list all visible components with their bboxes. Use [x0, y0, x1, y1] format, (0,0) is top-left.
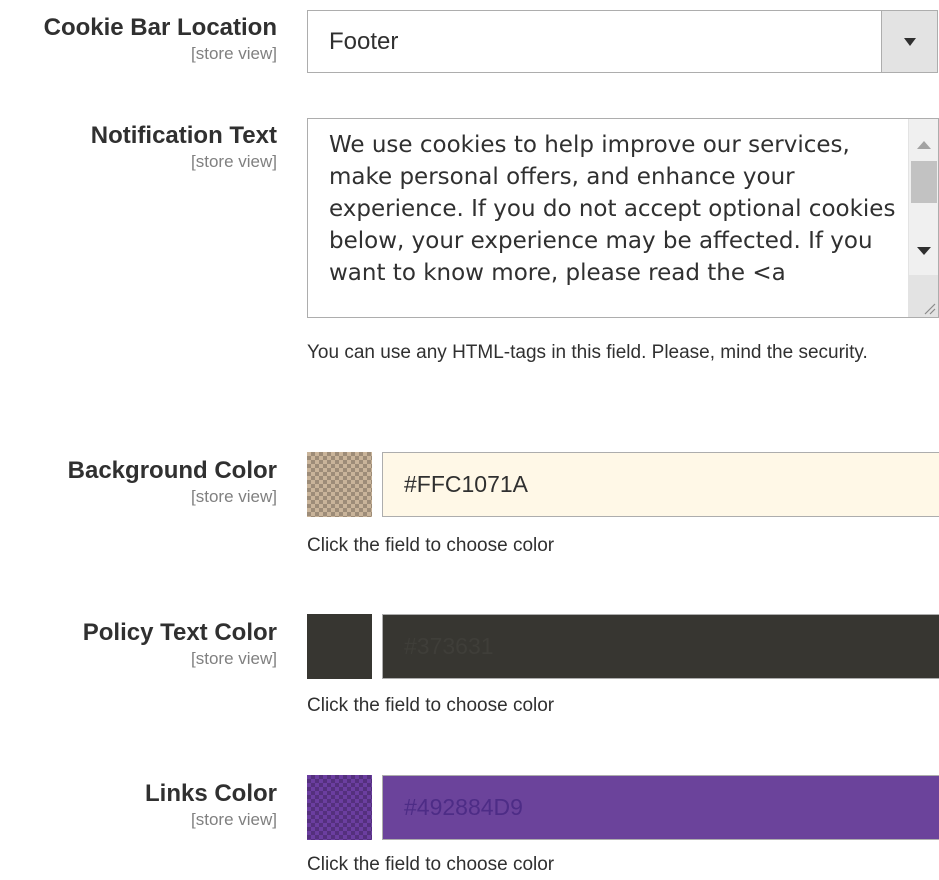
policy-text-color-input[interactable]: #373631: [382, 614, 939, 679]
field-label-group: Policy Text Color [store view]: [0, 618, 277, 669]
field-label-group: Notification Text [store view]: [0, 121, 277, 172]
scope-label: [store view]: [191, 152, 277, 171]
scroll-thumb[interactable]: [911, 161, 937, 203]
field-label-group: Cookie Bar Location [store view]: [0, 13, 277, 64]
policy-text-color-note: Click the field to choose color: [307, 695, 555, 716]
scope-label: [store view]: [191, 44, 277, 63]
triangle-up-icon[interactable]: [917, 141, 931, 149]
background-color-label: Background Color: [67, 457, 277, 484]
background-color-note: Click the field to choose color: [307, 535, 555, 556]
cookie-bar-location-select[interactable]: Footer: [307, 10, 938, 73]
field-label-group: Background Color [store view]: [0, 456, 277, 507]
select-value: Footer: [329, 28, 399, 55]
notification-text-textarea[interactable]: We use cookies to help improve our servi…: [307, 118, 939, 318]
scope-label: [store view]: [191, 810, 277, 829]
scope-label: [store view]: [191, 649, 277, 668]
scope-label: [store view]: [191, 487, 277, 506]
select-arrow-button[interactable]: [881, 11, 937, 72]
notification-text-label: Notification Text: [90, 122, 277, 149]
triangle-down-icon[interactable]: [917, 247, 931, 255]
background-color-input[interactable]: #FFC1071A: [382, 452, 939, 517]
policy-text-color-label: Policy Text Color: [82, 619, 277, 646]
policy-text-color-swatch[interactable]: [307, 614, 372, 679]
field-label-group: Links Color [store view]: [0, 779, 277, 830]
links-color-note: Click the field to choose color: [307, 854, 555, 875]
textarea-content: We use cookies to help improve our servi…: [329, 132, 896, 286]
links-color-label: Links Color: [144, 780, 277, 807]
background-color-swatch[interactable]: [307, 452, 372, 517]
cookie-bar-location-label: Cookie Bar Location: [43, 14, 277, 41]
links-color-input[interactable]: #492884D9: [382, 775, 939, 840]
resize-grip-icon[interactable]: [909, 275, 938, 317]
chevron-down-icon: [904, 38, 916, 46]
links-color-swatch[interactable]: [307, 775, 372, 840]
notification-text-note: You can use any HTML-tags in this field.…: [307, 342, 868, 363]
